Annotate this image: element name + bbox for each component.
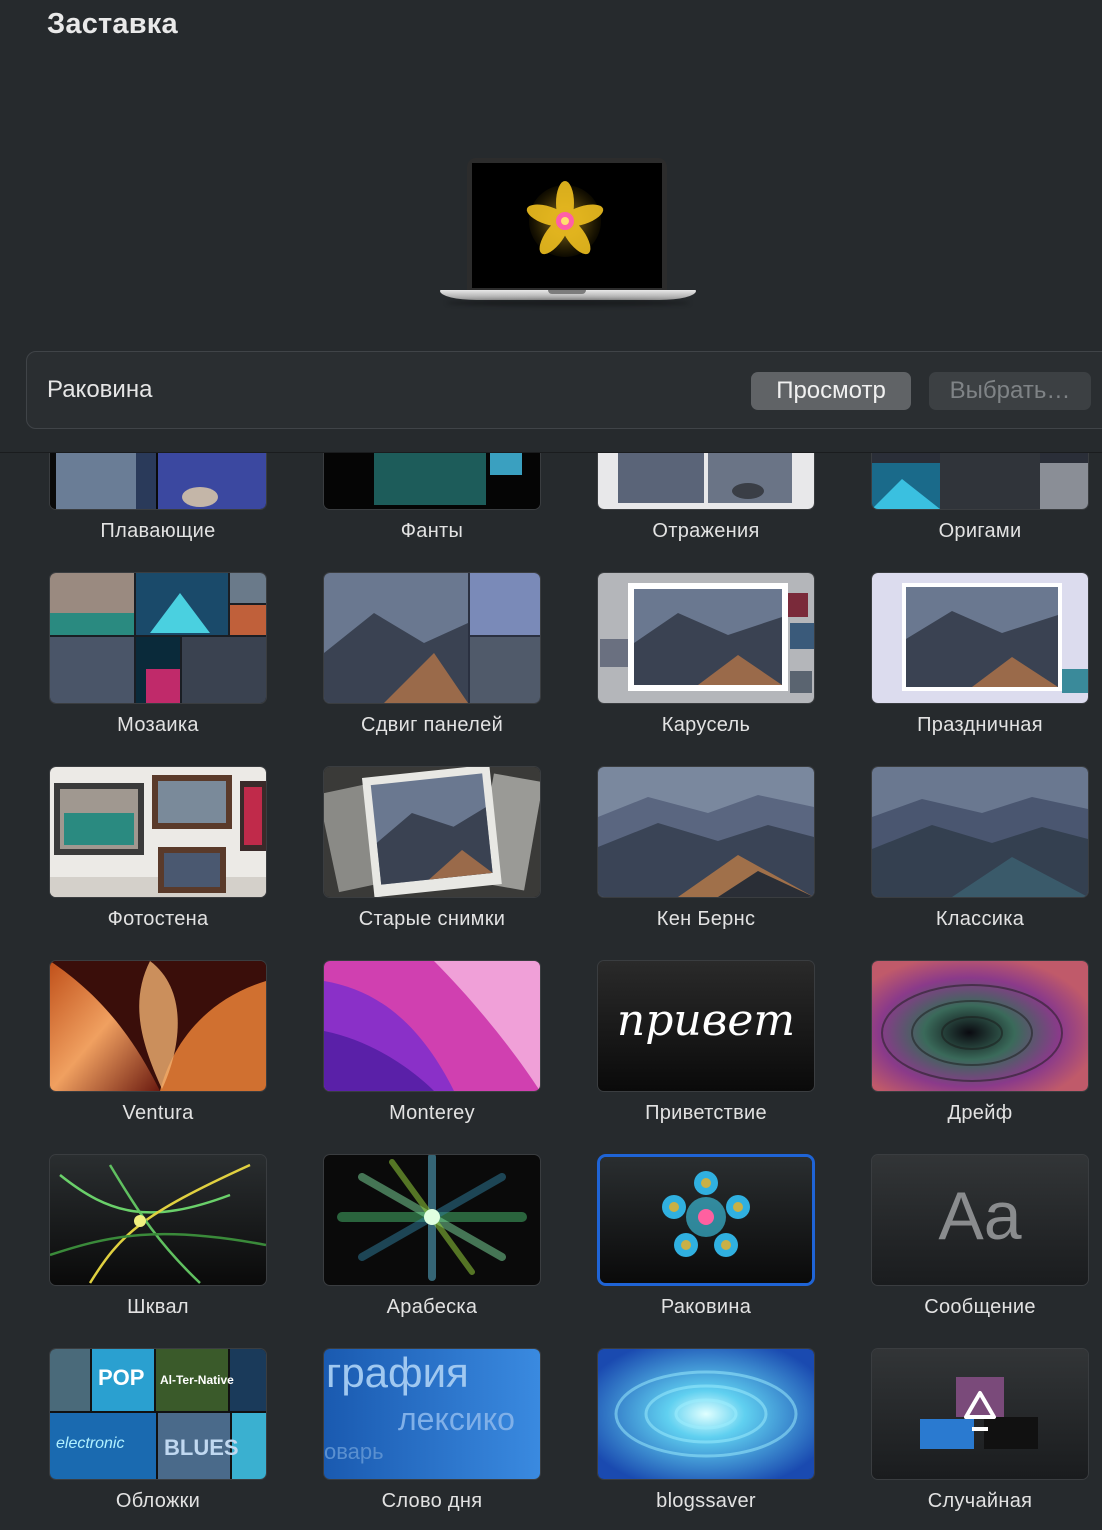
saver-thumb (324, 961, 540, 1091)
screensaver-grid: Плавающие Фанты Отражения Оригами Мозаик… (0, 453, 1102, 1530)
saver-thumb (50, 1155, 266, 1285)
saver-label: Фанты (400, 520, 464, 542)
covers-word-pop: POP (98, 1365, 145, 1390)
saver-label: Отражения (652, 520, 760, 542)
saver-label: Классика (935, 908, 1025, 930)
saver-thumb (872, 767, 1088, 897)
saver-label: Ventura (122, 1102, 194, 1124)
saver-thumb: POP Al-Ter-Native electronic BLUES (50, 1349, 266, 1479)
saver-thumb: графия лексико оварь (324, 1349, 540, 1479)
word-big: графия (326, 1349, 469, 1396)
saver-label: Арабеска (386, 1296, 478, 1318)
saver-label: Monterey (389, 1102, 475, 1124)
saver-thumb (872, 573, 1088, 703)
selected-saver-name: Раковина (47, 376, 153, 403)
saver-label: Приветствие (645, 1102, 767, 1124)
saver-label: Раковина (660, 1296, 752, 1318)
saver-thumb (324, 453, 540, 509)
saver-thumb (50, 767, 266, 897)
saver-label: Дрейф (947, 1102, 1013, 1124)
saver-label: Фотостена (107, 908, 209, 930)
saver-label: Сдвиг панелей (360, 714, 504, 736)
saver-thumb (872, 1349, 1088, 1479)
saver-thumb (872, 961, 1088, 1091)
saver-label: Плавающие (100, 520, 216, 542)
covers-word-blues: BLUES (164, 1435, 239, 1460)
saver-thumb (50, 961, 266, 1091)
window-title: Заставка (47, 8, 178, 40)
selected-saver-panel: Раковина Просмотр Выбрать… (26, 351, 1102, 429)
saver-label: Мозаика (117, 714, 199, 736)
word-mid: лексико (398, 1401, 515, 1437)
laptop-preview (438, 158, 698, 310)
saver-label: Кен Бернс (656, 908, 756, 930)
saver-label: Карусель (661, 714, 751, 736)
saver-label: Слово дня (381, 1490, 483, 1512)
saver-label: Случайная (927, 1490, 1033, 1512)
covers-word-electronic: electronic (56, 1435, 125, 1452)
saver-thumb (598, 767, 814, 897)
saver-thumb (50, 453, 266, 509)
saver-label: blogssaver (656, 1490, 756, 1512)
saver-thumb: привет (598, 961, 814, 1091)
saver-thumb: Aa (872, 1155, 1088, 1285)
saver-thumb (598, 573, 814, 703)
message-aa-text: Aa (938, 1178, 1022, 1254)
choose-button[interactable]: Выбрать… (929, 372, 1091, 410)
covers-word-alternative: Al-Ter-Native (160, 1373, 234, 1387)
saver-label: Обложки (115, 1490, 201, 1512)
word-small: оварь (324, 1439, 384, 1464)
saver-thumb (50, 573, 266, 703)
saver-label: Старые снимки (358, 908, 506, 930)
hello-script-text: привет (616, 995, 796, 1046)
saver-thumb (598, 1349, 814, 1479)
saver-label: Шквал (127, 1296, 189, 1318)
saver-label: Праздничная (917, 714, 1043, 736)
preview-button[interactable]: Просмотр (751, 372, 911, 410)
saver-thumb (324, 1155, 540, 1285)
saver-thumb (598, 453, 814, 509)
saver-thumb-selected (600, 1157, 812, 1283)
saver-thumb (324, 767, 540, 897)
saver-thumb (872, 453, 1088, 509)
saver-label: Сообщение (924, 1296, 1036, 1318)
saver-label: Оригами (938, 520, 1022, 542)
saver-thumb (324, 573, 540, 703)
preview-screen (472, 163, 662, 288)
